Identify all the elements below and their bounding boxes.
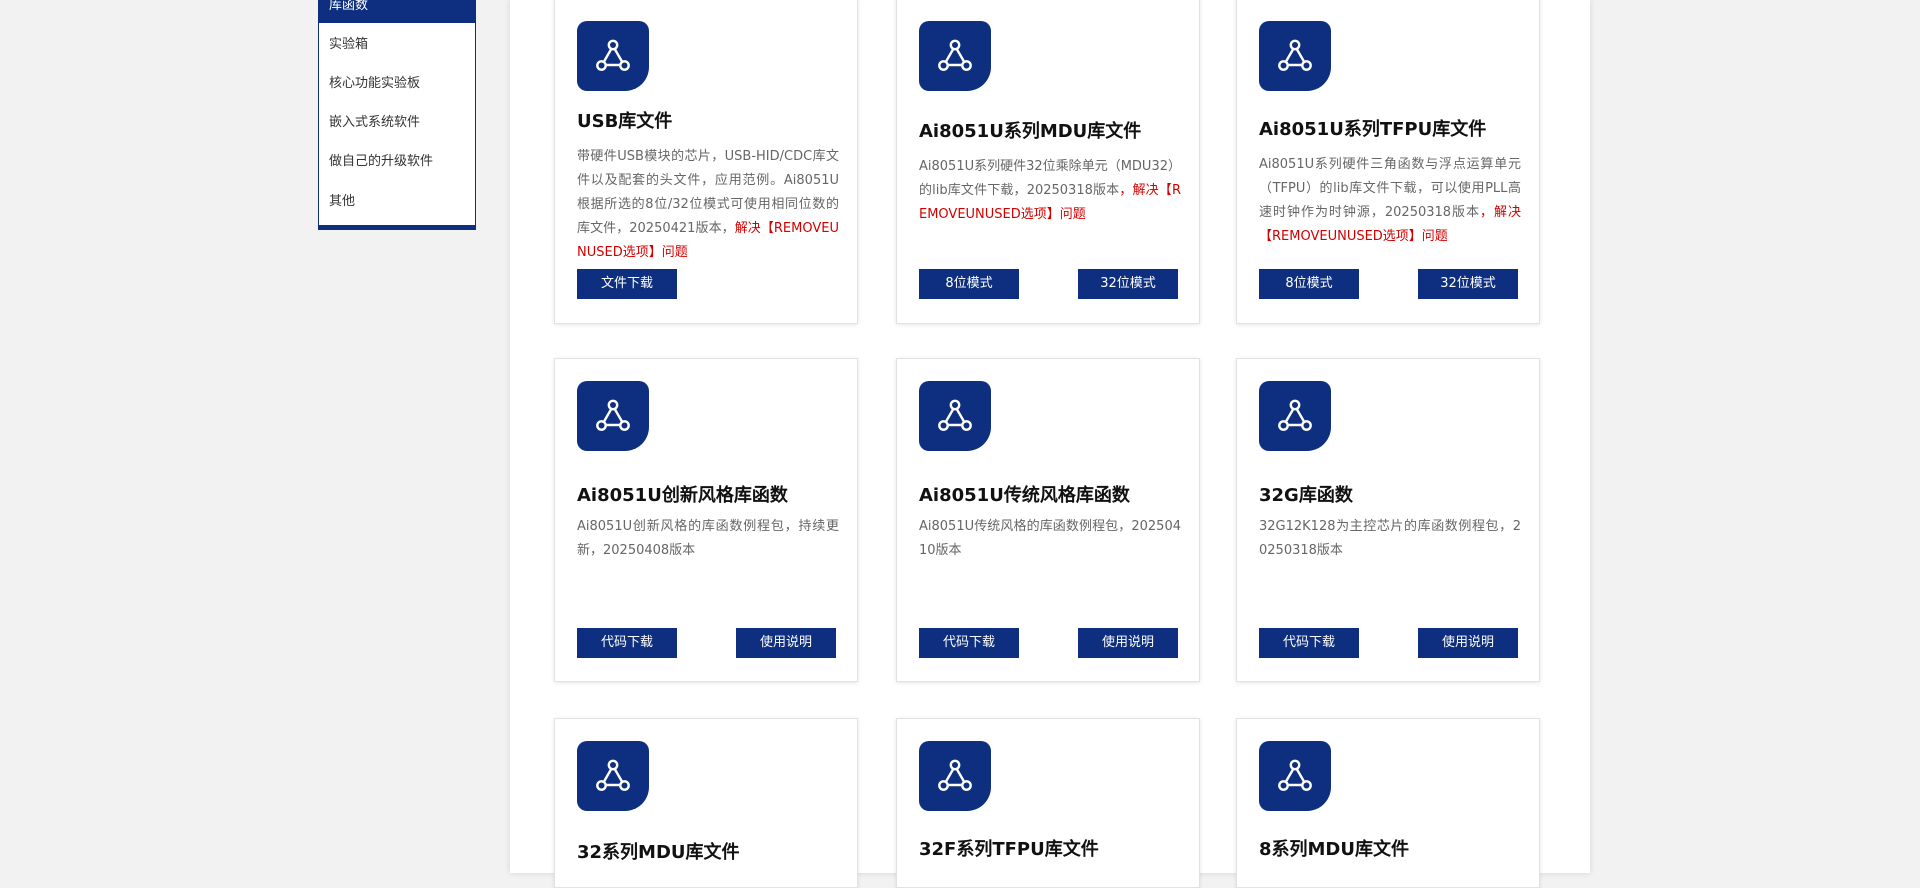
- sidebar-item[interactable]: 实验箱: [329, 33, 368, 52]
- card-title: 32系列MDU库文件: [577, 842, 740, 863]
- product-card: Ai8051U创新风格库函数 Ai8051U创新风格的库函数例程包，持续更新，2…: [554, 358, 858, 682]
- network-triangle-icon: [919, 741, 991, 811]
- network-triangle-icon: [577, 741, 649, 811]
- card-title: Ai8051U系列MDU库文件: [919, 121, 1142, 142]
- sidebar-item[interactable]: 做自己的升级软件: [329, 150, 433, 169]
- card-title: 32G库函数: [1259, 485, 1353, 506]
- card-description: Ai8051U创新风格的库函数例程包，持续更新，20250408版本: [577, 519, 839, 558]
- card-description: Ai8051U系列硬件三角函数与浮点运算单元（TFPU）的lib库文件下载，可以…: [1259, 157, 1521, 244]
- network-triangle-icon: [1259, 381, 1331, 451]
- card-title: 32F系列TFPU库文件: [919, 839, 1099, 860]
- card-title: Ai8051U传统风格库函数: [919, 485, 1130, 506]
- network-triangle-icon: [1259, 21, 1331, 91]
- card-title: Ai8051U系列TFPU库文件: [1259, 119, 1487, 140]
- sidebar-item[interactable]: 其他: [329, 190, 355, 209]
- card-description: 32G12K128为主控芯片的库函数例程包，20250318版本: [1259, 519, 1521, 558]
- product-card: Ai8051U系列TFPU库文件 Ai8051U系列硬件三角函数与浮点运算单元（…: [1236, 0, 1540, 324]
- mode-32bit-button[interactable]: 32位模式: [1078, 269, 1178, 299]
- mode-32bit-button[interactable]: 32位模式: [1418, 269, 1518, 299]
- usage-guide-button[interactable]: 使用说明: [1418, 628, 1518, 658]
- card-title: Ai8051U创新风格库函数: [577, 485, 788, 506]
- sidebar-item[interactable]: 嵌入式系统软件: [329, 111, 420, 130]
- main-panel: USB库文件 带硬件USB模块的芯片，USB-HID/CDC库文件以及配套的头文…: [510, 0, 1590, 888]
- code-download-button[interactable]: 代码下载: [1259, 628, 1359, 658]
- network-triangle-icon: [577, 21, 649, 91]
- product-card: 8系列MDU库文件: [1236, 718, 1540, 888]
- card-description: Ai8051U系列硬件32位乘除单元（MDU32）的lib库文件下载，20250…: [919, 159, 1181, 222]
- product-card: USB库文件 带硬件USB模块的芯片，USB-HID/CDC库文件以及配套的头文…: [554, 0, 858, 324]
- network-triangle-icon: [1259, 741, 1331, 811]
- network-triangle-icon: [577, 381, 649, 451]
- code-download-button[interactable]: 代码下载: [577, 628, 677, 658]
- card-description: 带硬件USB模块的芯片，USB-HID/CDC库文件以及配套的头文件，应用范例。…: [577, 149, 839, 260]
- product-card: Ai8051U传统风格库函数 Ai8051U传统风格的库函数例程包，202504…: [896, 358, 1200, 682]
- usage-guide-button[interactable]: 使用说明: [1078, 628, 1178, 658]
- mode-8bit-button[interactable]: 8位模式: [1259, 269, 1359, 299]
- product-card: Ai8051U系列MDU库文件 Ai8051U系列硬件32位乘除单元（MDU32…: [896, 0, 1200, 324]
- mode-8bit-button[interactable]: 8位模式: [919, 269, 1019, 299]
- card-title: USB库文件: [577, 111, 673, 132]
- sidebar-item-active[interactable]: 库函数: [319, 0, 475, 23]
- sidebar-item[interactable]: 核心功能实验板: [329, 72, 420, 91]
- network-triangle-icon: [919, 381, 991, 451]
- product-card: 32G库函数 32G12K128为主控芯片的库函数例程包，20250318版本 …: [1236, 358, 1540, 682]
- sidebar-menu: 库函数 实验箱 核心功能实验板 嵌入式系统软件 做自己的升级软件 其他: [318, 0, 476, 230]
- file-download-button[interactable]: 文件下载: [577, 269, 677, 299]
- usage-guide-button[interactable]: 使用说明: [736, 628, 836, 658]
- code-download-button[interactable]: 代码下载: [919, 628, 1019, 658]
- card-title: 8系列MDU库文件: [1259, 839, 1409, 860]
- product-card: 32系列MDU库文件: [554, 718, 858, 888]
- card-description: Ai8051U传统风格的库函数例程包，20250410版本: [919, 519, 1181, 558]
- product-card: 32F系列TFPU库文件: [896, 718, 1200, 888]
- network-triangle-icon: [919, 21, 991, 91]
